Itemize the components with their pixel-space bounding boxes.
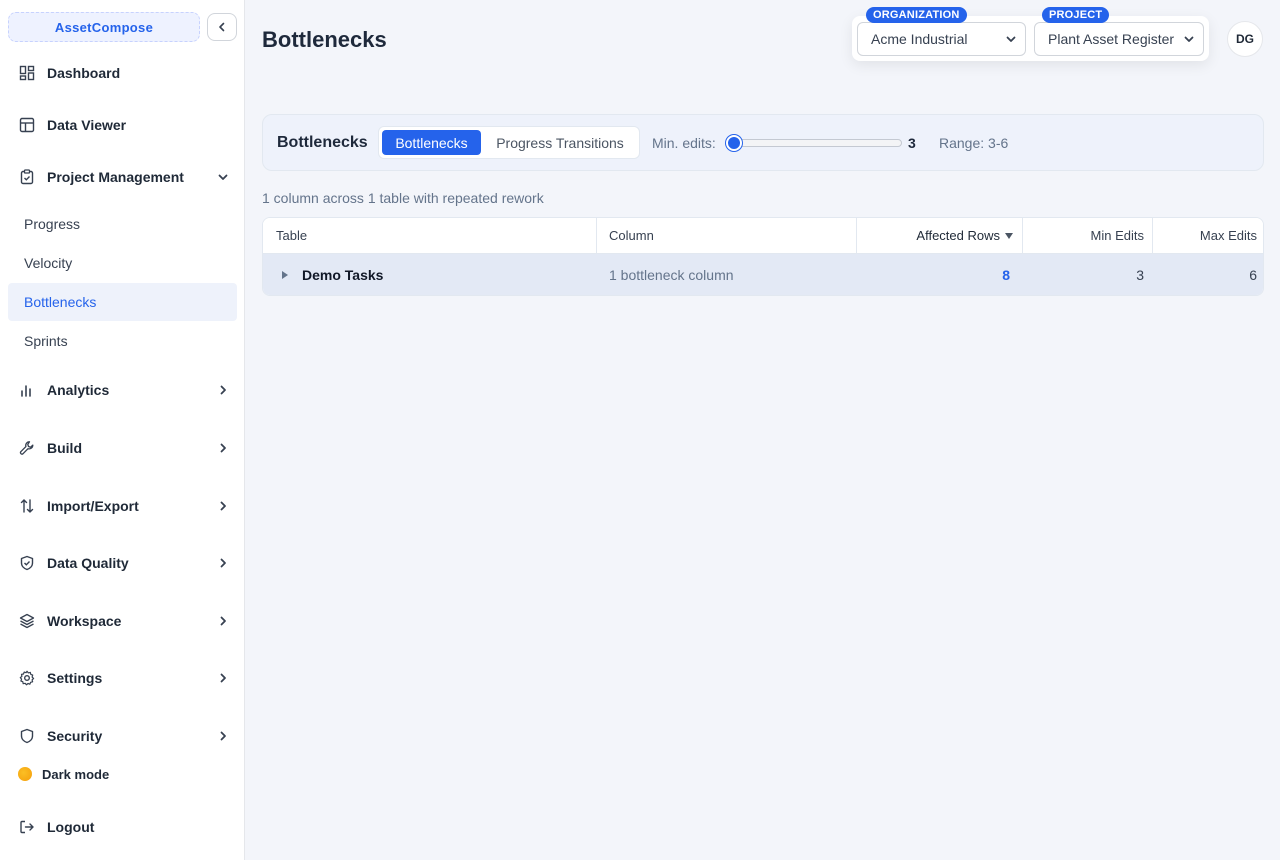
- project-value: Plant Asset Register: [1048, 31, 1175, 47]
- chevron-right-icon: [215, 728, 231, 744]
- dashboard-icon: [18, 64, 36, 82]
- sidebar-subitem-sprints[interactable]: Sprints: [8, 322, 237, 360]
- brand-logo[interactable]: AssetCompose: [8, 12, 200, 42]
- table-header: Table Column Affected Rows Min Edits Max…: [263, 218, 1263, 254]
- chevron-down-icon: [1006, 36, 1016, 42]
- bottlenecks-table: Table Column Affected Rows Min Edits Max…: [262, 217, 1264, 296]
- min-edits-slider[interactable]: [725, 135, 902, 151]
- shield-check-icon: [18, 554, 36, 572]
- range-label: Range: 3-6: [939, 135, 1009, 151]
- sidebar-item-label: Build: [47, 440, 82, 456]
- bar-chart-icon: [18, 381, 36, 399]
- chevron-right-icon: [215, 498, 231, 514]
- view-segmented-control: Bottlenecks Progress Transitions: [378, 126, 640, 159]
- shield-icon: [18, 727, 36, 745]
- tab-bottlenecks[interactable]: Bottlenecks: [382, 130, 481, 155]
- sidebar-subitem-progress[interactable]: Progress: [8, 205, 237, 243]
- table-row[interactable]: Demo Tasks 1 bottleneck column 8 3 6: [263, 254, 1263, 295]
- logout-button[interactable]: Logout: [8, 809, 237, 845]
- table-cell-column: 1 bottleneck column: [609, 267, 734, 283]
- sidebar-item-data-viewer[interactable]: Data Viewer: [8, 107, 237, 143]
- sidebar-item-label: Security: [47, 728, 103, 744]
- organization-pill: ORGANIZATION: [866, 7, 967, 23]
- sun-icon: [18, 767, 32, 781]
- sidebar-item-label: Data Quality: [47, 555, 129, 571]
- avatar[interactable]: DG: [1227, 21, 1263, 57]
- dark-mode-label: Dark mode: [42, 766, 110, 782]
- wrench-icon: [18, 439, 36, 457]
- sidebar-item-label: Project Management: [47, 169, 184, 185]
- bottlenecks-toolbar: Bottlenecks Bottlenecks Progress Transit…: [262, 114, 1264, 171]
- organization-select[interactable]: Acme Industrial: [857, 22, 1026, 56]
- chevron-right-icon: [215, 613, 231, 629]
- sidebar-item-data-quality[interactable]: Data Quality: [8, 545, 237, 581]
- chevron-down-icon: [215, 169, 231, 185]
- logout-icon: [18, 818, 36, 836]
- table-cell-max-edits: 6: [1249, 267, 1257, 283]
- chevron-right-icon: [215, 382, 231, 398]
- sidebar-item-dashboard[interactable]: Dashboard: [8, 55, 237, 91]
- context-selector-panel: Acme Industrial ORGANIZATION Plant Asset…: [852, 7, 1209, 61]
- sidebar-item-import-export[interactable]: Import/Export: [8, 488, 237, 524]
- sidebar-item-settings[interactable]: Settings: [8, 660, 237, 696]
- chevron-right-icon: [215, 555, 231, 571]
- sidebar-item-label: Settings: [47, 670, 103, 686]
- sidebar-item-label: Dashboard: [47, 65, 121, 81]
- sidebar-item-build[interactable]: Build: [8, 430, 237, 466]
- column-header-label: Affected Rows: [916, 228, 1000, 243]
- sidebar-item-security[interactable]: Security: [8, 718, 237, 754]
- column-header-table[interactable]: Table: [276, 218, 596, 253]
- expand-caret-icon[interactable]: [280, 270, 290, 280]
- column-header-column[interactable]: Column: [609, 218, 856, 253]
- logout-label: Logout: [47, 819, 95, 835]
- sort-desc-icon: [1005, 232, 1013, 239]
- table-cell-min-edits: 3: [1136, 267, 1144, 283]
- summary-text: 1 column across 1 table with repeated re…: [262, 190, 544, 206]
- gear-icon: [18, 669, 36, 687]
- layers-icon: [18, 612, 36, 630]
- min-edits-label: Min. edits:: [652, 135, 716, 151]
- sidebar-item-label: Workspace: [47, 613, 122, 629]
- project-pill: PROJECT: [1042, 7, 1110, 23]
- min-edits-value: 3: [908, 135, 916, 151]
- page-title: Bottlenecks: [262, 27, 387, 52]
- column-header-affected-rows[interactable]: Affected Rows: [856, 218, 1014, 253]
- tab-progress-transitions[interactable]: Progress Transitions: [484, 130, 636, 155]
- dark-mode-toggle[interactable]: Dark mode: [8, 756, 237, 792]
- chevron-right-icon: [215, 670, 231, 686]
- sidebar-item-analytics[interactable]: Analytics: [8, 372, 237, 408]
- collapse-sidebar-button[interactable]: [207, 13, 237, 41]
- sidebar-subitem-bottlenecks[interactable]: Bottlenecks: [8, 283, 237, 321]
- column-header-max-edits[interactable]: Max Edits: [1152, 218, 1257, 253]
- table-cell-table: Demo Tasks: [280, 254, 590, 295]
- organization-value: Acme Industrial: [871, 31, 968, 47]
- sidebar-subitem-velocity[interactable]: Velocity: [8, 244, 237, 282]
- sidebar-item-label: Data Viewer: [47, 117, 127, 133]
- chevron-right-icon: [215, 440, 231, 456]
- column-header-min-edits[interactable]: Min Edits: [1022, 218, 1144, 253]
- table-cell-affected-rows[interactable]: 8: [856, 254, 1010, 295]
- sidebar-item-project-management[interactable]: Project Management: [8, 159, 237, 195]
- slider-thumb[interactable]: [726, 135, 742, 151]
- sidebar-item-label: Import/Export: [47, 498, 139, 514]
- sidebar: AssetCompose Dashboard Data Viewer Proje…: [0, 0, 245, 860]
- arrows-up-down-icon: [18, 497, 36, 515]
- column-divider: [596, 218, 597, 253]
- sidebar-item-workspace[interactable]: Workspace: [8, 603, 237, 639]
- sidebar-item-label: Analytics: [47, 382, 110, 398]
- table-name: Demo Tasks: [302, 267, 384, 283]
- toolbar-title: Bottlenecks: [277, 134, 368, 151]
- clipboard-check-icon: [18, 168, 36, 186]
- project-select[interactable]: Plant Asset Register: [1034, 22, 1204, 56]
- table-icon: [18, 116, 36, 134]
- chevron-left-icon: [219, 22, 225, 32]
- chevron-down-icon: [1184, 36, 1194, 42]
